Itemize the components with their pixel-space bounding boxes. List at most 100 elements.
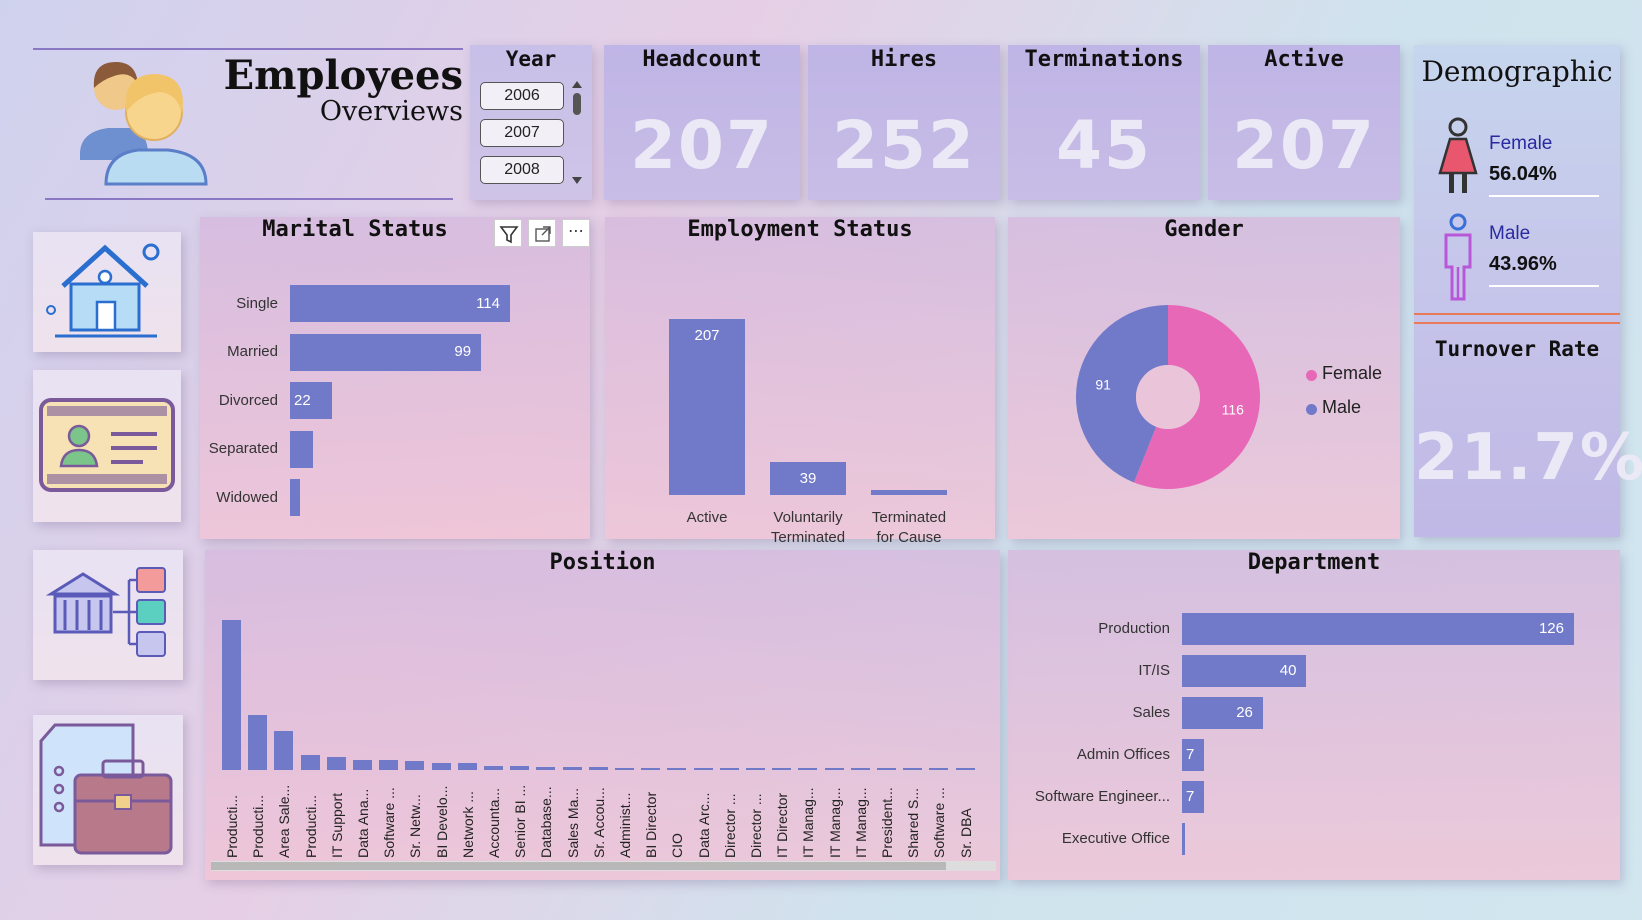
slice-label-female: 116 (1222, 401, 1245, 417)
id-card-icon-tile (33, 370, 181, 522)
data-label: 7 (1186, 746, 1195, 763)
category-label: Data Ana... (355, 788, 371, 858)
category-label: CIO (669, 833, 686, 858)
bar (300, 754, 320, 770)
position-scrollbar[interactable] (211, 861, 996, 871)
category-label: IT Manag... (852, 787, 869, 858)
bar (929, 768, 949, 770)
demographic-divider-1 (1414, 313, 1620, 315)
slice-label-male: 91 (1095, 377, 1111, 393)
male-value: 43.96% (1489, 253, 1557, 275)
data-label: 126 (1538, 620, 1564, 637)
year-option-2008[interactable]: 2008 (480, 156, 564, 184)
category-label: Network ... (459, 791, 476, 858)
position-title: Position (549, 550, 656, 575)
scroll-thumb[interactable] (573, 93, 581, 115)
donut-hole (1136, 365, 1200, 429)
category-label: Executive Office (1061, 830, 1170, 847)
scroll-down-icon[interactable] (572, 177, 582, 184)
year-option-2006[interactable]: 2006 (480, 82, 564, 110)
filter-icon[interactable] (494, 219, 522, 247)
organization-icon-tile (33, 550, 183, 680)
category-label: IT Manag... (800, 787, 817, 858)
bar (798, 768, 818, 770)
category-label: Sales (1132, 704, 1170, 721)
bar (955, 768, 975, 770)
position-card: Position Producti... Producti... Area Sale… (205, 550, 1000, 880)
category-label: Producti... (250, 794, 267, 858)
data-label: 26 (1236, 704, 1253, 721)
bar (1182, 823, 1186, 855)
category-label: Software ... (931, 787, 948, 858)
bar (669, 319, 745, 495)
bar (290, 479, 300, 516)
bar (903, 768, 923, 770)
bar (1182, 613, 1574, 645)
category-label: Production (1098, 620, 1170, 637)
organization-icon (45, 567, 166, 657)
marital-bars: Single 114 Married 99 Divorced 22 Separated Wid… (200, 257, 590, 527)
category-label: Senior BI ... (512, 784, 529, 858)
data-label: 114 (476, 294, 500, 312)
legend-female-label: Female (1322, 363, 1383, 383)
female-icon (1438, 117, 1478, 193)
bar (290, 430, 314, 468)
category-label: Software ... (381, 787, 398, 858)
bar (510, 765, 530, 770)
category-label: Administ... (617, 792, 633, 858)
kpi-active: Active 207 (1208, 45, 1400, 200)
bar (850, 768, 870, 770)
kpi-headcount: Headcount 207 (604, 45, 800, 200)
bar (457, 763, 477, 770)
data-label: 7 (1186, 788, 1195, 805)
kpi-terminations-label: Terminations (1024, 47, 1184, 72)
people-icon (80, 62, 208, 186)
gender-card: Gender 116 91 Female Male (1008, 217, 1400, 539)
category-label: Area Sale... (276, 784, 293, 858)
legend-male-marker (1306, 404, 1317, 415)
bar (562, 766, 582, 770)
data-label: 207 (694, 327, 720, 344)
category-label: BI Develo... (433, 785, 450, 858)
demographic-title: Demographic (1421, 55, 1613, 88)
category-label: Widowed (216, 488, 278, 506)
data-label: 39 (799, 469, 817, 487)
bar (588, 766, 608, 770)
male-icon (1444, 213, 1472, 301)
data-label: 99 (454, 343, 472, 360)
legend-male-label: Male (1322, 397, 1362, 417)
category-label: Director ... (721, 793, 738, 858)
male-label: Male (1489, 223, 1531, 244)
focus-mode-icon[interactable] (528, 219, 556, 247)
bar (824, 768, 844, 770)
gender-donut: 116 91 (1076, 305, 1260, 489)
bar (248, 715, 268, 770)
kpi-hires-label: Hires (870, 47, 938, 72)
kpi-active-label: Active (1264, 47, 1344, 72)
female-label: Female (1489, 133, 1553, 154)
bar (536, 766, 556, 770)
scroll-up-icon[interactable] (572, 81, 582, 88)
bar (290, 333, 482, 371)
position-scroll-thumb[interactable] (211, 862, 946, 870)
category-label: Producti... (224, 794, 240, 858)
female-underline (1489, 195, 1599, 197)
legend-female-marker (1306, 370, 1317, 381)
bar (274, 730, 294, 770)
year-scrollbar[interactable] (570, 81, 584, 185)
id-card-icon (39, 398, 175, 492)
category-label: Sr. DBA (957, 808, 974, 858)
category-label: Terminated (871, 509, 947, 526)
bar (772, 768, 792, 770)
year-option-2007[interactable]: 2007 (480, 119, 564, 147)
turnover-title: Turnover Rate (1434, 337, 1600, 361)
house-icon (46, 243, 160, 338)
bar (871, 489, 947, 495)
gender-title: Gender (1164, 217, 1244, 242)
category-label: Shared S... (905, 787, 922, 858)
bar (379, 760, 399, 770)
category-label: Director ... (748, 793, 764, 858)
kpi-active-value: 207 (1232, 107, 1376, 184)
more-options-icon[interactable]: ⋯ (562, 219, 590, 247)
employment-bars: 207 Active 39 Voluntarily Terminated Terminat… (605, 257, 995, 546)
